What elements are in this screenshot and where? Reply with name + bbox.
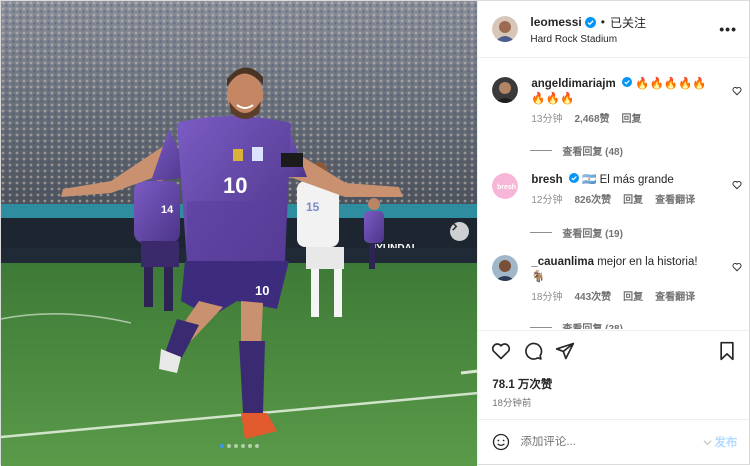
- carousel-dot[interactable]: [220, 444, 224, 448]
- comment-item: angeldimariajm 🔥🔥🔥🔥🔥🔥🔥🔥 13分钟 2,468赞 回复: [492, 77, 742, 127]
- comment-text: 🇦🇷 El más grande: [582, 174, 674, 186]
- post-side-panel: leomessi • 已关注 Hard Rock Stadium ••• ang…: [477, 1, 750, 464]
- carousel-dot[interactable]: [234, 444, 238, 448]
- carousel-dot[interactable]: [248, 444, 252, 448]
- view-replies-label: 查看回复 (19): [562, 229, 623, 240]
- comment-translate-button[interactable]: 查看翻译: [655, 193, 695, 208]
- like-comment-heart-icon[interactable]: [732, 261, 742, 275]
- comment-avatar[interactable]: [492, 255, 519, 281]
- caret-icon: [703, 439, 712, 445]
- post-photo[interactable]: ketmaster HYUNDAI 14: [1, 1, 478, 466]
- more-options-button[interactable]: •••: [719, 21, 737, 37]
- comment-username[interactable]: bresh: [531, 174, 562, 186]
- bookmark-icon[interactable]: [718, 341, 736, 364]
- like-comment-heart-icon[interactable]: [732, 179, 742, 193]
- comment-likes[interactable]: 826次赞: [574, 193, 611, 208]
- comment-avatar[interactable]: bresh: [492, 173, 519, 199]
- comment-username[interactable]: angeldimariajm: [531, 78, 615, 90]
- teammate-number: 14: [161, 204, 174, 216]
- comment-avatar[interactable]: [492, 77, 519, 103]
- comment-likes[interactable]: 443次赞: [574, 290, 611, 305]
- comment-time: 12分钟: [531, 195, 563, 206]
- carousel-dot[interactable]: [241, 444, 245, 448]
- header-separator: •: [600, 15, 605, 29]
- post-location[interactable]: Hard Rock Stadium: [530, 34, 719, 45]
- verified-badge-icon: [568, 173, 579, 183]
- comment-likes[interactable]: 2,468赞: [574, 112, 609, 127]
- comments-list[interactable]: angeldimariajm 🔥🔥🔥🔥🔥🔥🔥🔥 13分钟 2,468赞 回复 查…: [478, 59, 749, 329]
- comment-time: 18分钟: [531, 292, 563, 303]
- share-paper-plane-icon[interactable]: [555, 341, 575, 361]
- view-replies-button[interactable]: 查看回复 (19): [530, 225, 623, 240]
- comment-reply-button[interactable]: 回复: [622, 112, 642, 127]
- carousel-dot[interactable]: [255, 444, 259, 448]
- author-username[interactable]: leomessi: [530, 15, 581, 29]
- comment-input[interactable]: [520, 436, 704, 448]
- opponent-number: 15: [306, 200, 320, 214]
- comment-bubble-icon[interactable]: [523, 341, 543, 361]
- shorts-number: 10: [255, 283, 269, 298]
- like-comment-heart-icon[interactable]: [732, 85, 742, 99]
- comment-translate-button[interactable]: 查看翻译: [655, 290, 695, 305]
- verified-badge-icon: [621, 77, 632, 87]
- post-actions: 78.1 万次赞 18分钟前: [478, 330, 750, 419]
- carousel-dots: [1, 444, 477, 448]
- carousel-next-button[interactable]: [450, 222, 469, 241]
- photo-illustration: ketmaster HYUNDAI 14: [1, 1, 478, 466]
- author-avatar[interactable]: [492, 16, 519, 42]
- post-header: leomessi • 已关注 Hard Rock Stadium •••: [478, 1, 749, 58]
- view-replies-button[interactable]: 查看回复 (48): [530, 143, 623, 158]
- view-replies-button[interactable]: 查看回复 (28): [530, 320, 623, 329]
- post-time-ago[interactable]: 18分钟前: [492, 395, 531, 409]
- post-likes-count[interactable]: 78.1 万次赞: [492, 376, 552, 392]
- post-modal: ketmaster HYUNDAI 14: [0, 0, 750, 466]
- comment-item: bresh bresh 🇦🇷 El más grande 12分钟 826次赞 …: [492, 173, 742, 208]
- post-comment-label: 发布: [714, 437, 738, 449]
- comment-reply-button[interactable]: 回复: [623, 290, 643, 305]
- verified-badge-icon: [584, 16, 596, 28]
- carousel-dot[interactable]: [227, 444, 231, 448]
- follow-status-button[interactable]: 已关注: [610, 14, 646, 31]
- comment-item: _cauanlima mejor en la historia! 🐐 18分钟 …: [492, 255, 742, 305]
- comment-username[interactable]: _cauanlima: [531, 256, 594, 268]
- comment-reply-button[interactable]: 回复: [623, 193, 643, 208]
- svg-text:bresh: bresh: [497, 184, 516, 191]
- like-heart-icon[interactable]: [491, 341, 511, 361]
- view-replies-label: 查看回复 (28): [562, 320, 623, 329]
- emoji-smiley-icon[interactable]: [492, 433, 510, 451]
- chevron-right-icon: [452, 222, 458, 231]
- comment-time: 13分钟: [531, 114, 563, 125]
- comment-composer: 发布: [478, 419, 750, 464]
- jersey-number: 10: [223, 173, 247, 198]
- post-comment-button[interactable]: 发布: [703, 434, 737, 450]
- view-replies-label: 查看回复 (48): [562, 147, 623, 158]
